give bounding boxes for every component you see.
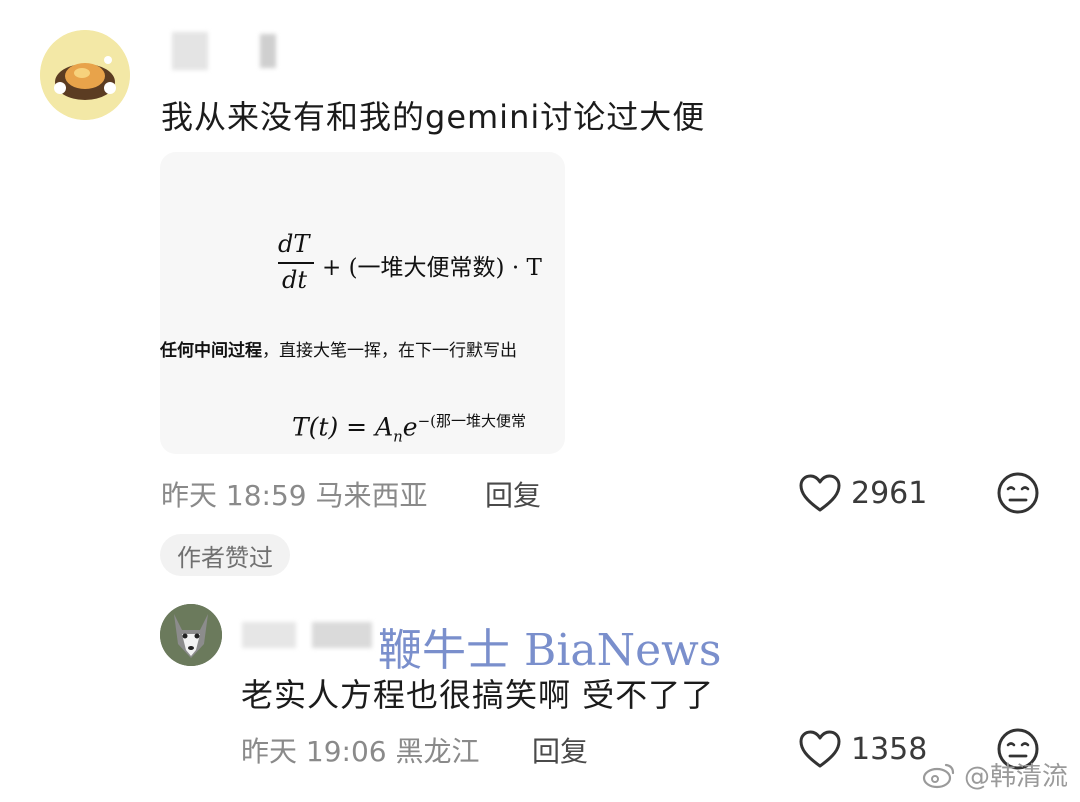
eq2: T(t) = Ane−(那一堆大便常 [292, 410, 526, 445]
comment-meta: 昨天 19:06 黑龙江 [241, 730, 480, 770]
like-count: 2961 [851, 476, 928, 511]
comment-time: 昨天 19:06 [241, 735, 387, 768]
bianews-watermark: 鞭牛士 BiaNews [378, 625, 722, 676]
eq1-denominator: dt [282, 266, 308, 294]
comment-time: 昨天 18:59 [161, 479, 307, 512]
eq2-lhs: T(t) = A [292, 412, 394, 442]
username-redacted[interactable] [172, 32, 208, 70]
username-redacted[interactable] [242, 622, 296, 648]
weibo-logo-icon [922, 763, 954, 789]
heart-outline-icon[interactable] [798, 729, 842, 769]
weibo-watermark: @韩清流 [922, 756, 1068, 793]
eq1-numerator: dT [278, 230, 310, 258]
comment-location: 马来西亚 [315, 479, 428, 512]
eq2-subscript: n [393, 427, 403, 446]
comment-location: 黑龙江 [395, 735, 480, 768]
weibo-handle: @韩清流 [963, 762, 1068, 792]
heart-outline-icon[interactable] [798, 473, 842, 513]
username-redacted[interactable] [260, 34, 276, 68]
eq2-exponent: −(那一堆大便常 [417, 412, 527, 430]
commenter-avatar[interactable] [40, 30, 130, 120]
author-liked-badge: 作者赞过 [160, 534, 290, 576]
comment-text: 我从来没有和我的gemini讨论过大便 [161, 98, 706, 136]
explanation-rest: ，直接大笔一挥，在下一行默写出 [262, 341, 517, 361]
comment-meta: 昨天 18:59 马来西亚 [161, 474, 428, 514]
fraction-bar [278, 262, 314, 264]
eq1-rest: + (一堆大便常数) · T [322, 255, 542, 281]
like-count: 1358 [851, 732, 928, 767]
username-redacted[interactable] [312, 622, 372, 648]
meh-face-icon[interactable] [996, 471, 1040, 515]
reply-button[interactable]: 回复 [485, 474, 541, 514]
eq2-exp-base: e [402, 412, 418, 442]
explanation-line: 任何中间过程，直接大笔一挥，在下一行默写出 [160, 336, 517, 361]
commenter-avatar[interactable] [160, 604, 222, 666]
comment-image[interactable]: dT dt + (一堆大便常数) · T 任何中间过程，直接大笔一挥，在下一行默… [160, 152, 565, 454]
explanation-bold: 任何中间过程 [160, 341, 262, 361]
reply-button[interactable]: 回复 [532, 730, 588, 770]
